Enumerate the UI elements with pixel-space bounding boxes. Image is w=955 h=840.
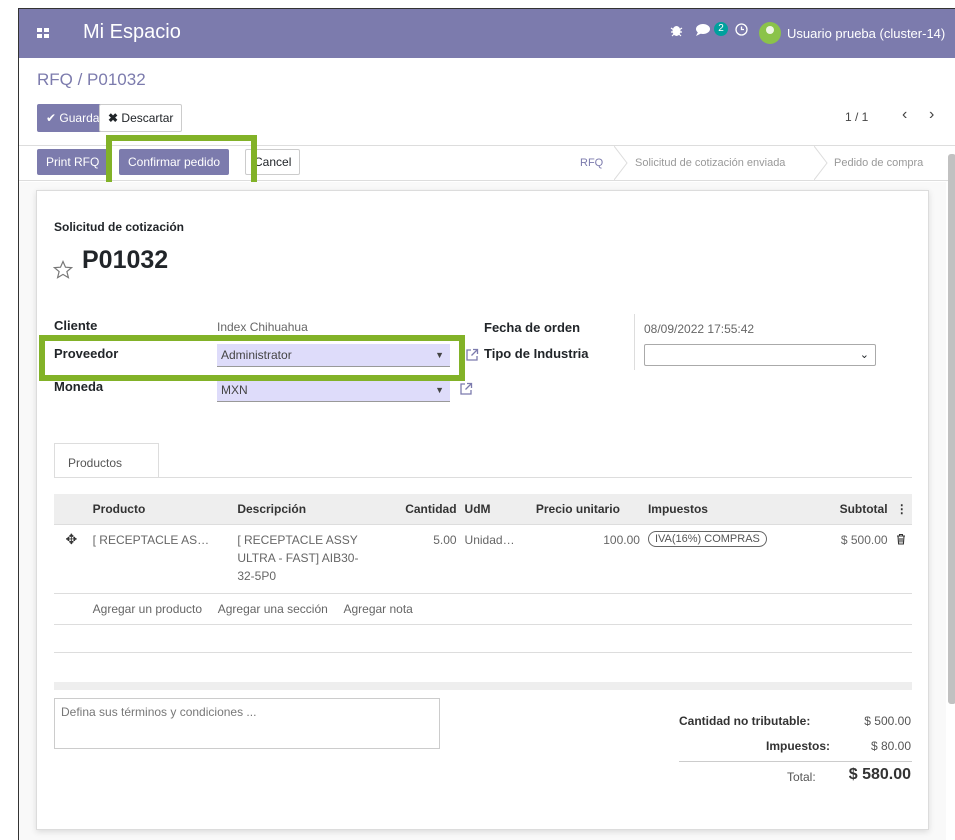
stage-rfq: RFQ [580, 157, 604, 169]
untaxed-value: $ 500.00 [864, 714, 911, 728]
cell-taxes[interactable]: IVA(16%) COMPRAS [643, 524, 787, 594]
field-separator [634, 314, 635, 370]
taxes-label: Impuestos: [766, 739, 831, 753]
tab-productos[interactable]: Productos [54, 443, 159, 478]
cell-price[interactable]: 100.00 [531, 524, 644, 594]
trash-icon[interactable] [891, 524, 912, 594]
chat-icon[interactable] [695, 23, 713, 40]
total-value: $ 580.00 [848, 766, 911, 783]
table-header-handle [54, 494, 89, 525]
add-note-link[interactable]: Agregar nota [343, 602, 412, 616]
table-header-row: Producto Descripción Cantidad UdM Precio… [54, 494, 912, 525]
cell-uom[interactable]: Unidad… [460, 524, 532, 594]
star-icon[interactable] [52, 260, 74, 283]
clock-icon[interactable] [735, 23, 748, 39]
tab-divider [54, 477, 912, 478]
chevron-down-icon: ⌄ [859, 349, 869, 361]
stage-chevron [613, 145, 628, 181]
discard-button[interactable]: ✖ Descartar [99, 104, 183, 132]
moneda-label: Moneda [54, 379, 104, 394]
stage-chevron [813, 145, 828, 181]
app-title[interactable]: Mi Espacio [83, 21, 181, 44]
total-label: Total: [787, 770, 816, 784]
doc-number: P01032 [82, 246, 169, 274]
chat-count-badge: 2 [714, 22, 728, 36]
top-navbar: Mi Espacio 2 Usuario prueba (cluster-14) [19, 9, 955, 58]
add-line-row: Agregar un producto Agregar una sección … [54, 593, 912, 625]
totals-divider [679, 761, 912, 762]
fecha-label: Fecha de orden [484, 320, 581, 335]
times-icon: ✖ [108, 111, 119, 125]
doc-type: Solicitud de cotización [54, 220, 185, 234]
check-icon: ✔ [46, 111, 57, 125]
add-product-link[interactable]: Agregar un producto [93, 602, 202, 616]
table-header-uom[interactable]: UdM [460, 494, 532, 525]
fecha-value[interactable]: 08/09/2022 17:55:42 [644, 322, 754, 336]
empty-row [54, 624, 912, 653]
industria-select[interactable]: ⌄ [644, 344, 876, 366]
drag-handle-icon[interactable]: ✥ [54, 524, 89, 594]
app-frame: Mi Espacio 2 Usuario prueba (cluster-14)… [18, 8, 955, 840]
cell-description[interactable]: [ RECEPTACLE ASSY ULTRA - FAST] AIB30-32… [233, 524, 377, 594]
scrollbar[interactable] [948, 154, 955, 704]
breadcrumb[interactable]: RFQ / P01032 [37, 70, 146, 90]
apps-icon[interactable] [37, 28, 49, 38]
options-icon[interactable]: ⋮ [891, 494, 912, 525]
print-rfq-button[interactable]: Print RFQ [37, 149, 109, 175]
pager-value[interactable]: 1 / 1 [845, 110, 868, 124]
untaxed-label: Cantidad no tributable: [679, 714, 811, 728]
terms-field[interactable]: Defina sus términos y condiciones ... [54, 698, 440, 749]
caret-down-icon: ▼ [435, 385, 444, 395]
table-footer-bar [54, 682, 912, 690]
empty-row [54, 652, 912, 680]
cell-subtotal: $ 500.00 [786, 524, 892, 594]
external-link-icon[interactable] [465, 348, 479, 362]
tax-tag: IVA(16%) COMPRAS [647, 530, 767, 547]
table-header-product[interactable]: Producto [88, 494, 234, 525]
industria-label: Tipo de Industria [484, 346, 589, 361]
stage-purchase-order: Pedido de compra [834, 157, 924, 169]
cliente-value[interactable]: Index Chihuahua [217, 320, 308, 334]
add-section-link[interactable]: Agregar una sección [218, 602, 328, 616]
order-lines-table: Producto Descripción Cantidad UdM Precio… [54, 494, 912, 680]
table-header-description[interactable]: Descripción [233, 494, 377, 525]
user-menu[interactable]: Usuario prueba (cluster-14) [787, 26, 945, 41]
cell-product[interactable]: [ RECEPTACLE AS… [88, 524, 234, 594]
highlight-proveedor [39, 335, 465, 381]
table-header-price[interactable]: Precio unitario [531, 494, 644, 525]
highlight-confirm [106, 135, 257, 189]
taxes-value: $ 80.00 [870, 739, 911, 753]
external-link-icon[interactable] [459, 382, 473, 396]
cell-qty[interactable]: 5.00 [377, 524, 461, 594]
user-avatar-icon[interactable] [759, 22, 781, 44]
chevron-left-icon[interactable]: ‹ [902, 106, 907, 124]
stage-sent: Solicitud de cotización enviada [635, 157, 786, 169]
chevron-right-icon[interactable]: › [929, 106, 934, 124]
table-row[interactable]: ✥ [ RECEPTACLE AS… [ RECEPTACLE ASSY ULT… [54, 524, 912, 594]
moneda-select[interactable]: MXN ▼ [217, 379, 450, 402]
bug-icon[interactable] [670, 23, 683, 40]
table-header-qty[interactable]: Cantidad [377, 494, 461, 525]
table-header-subtotal[interactable]: Subtotal [786, 494, 892, 525]
cliente-label: Cliente [54, 318, 98, 333]
table-header-taxes[interactable]: Impuestos [643, 494, 787, 525]
